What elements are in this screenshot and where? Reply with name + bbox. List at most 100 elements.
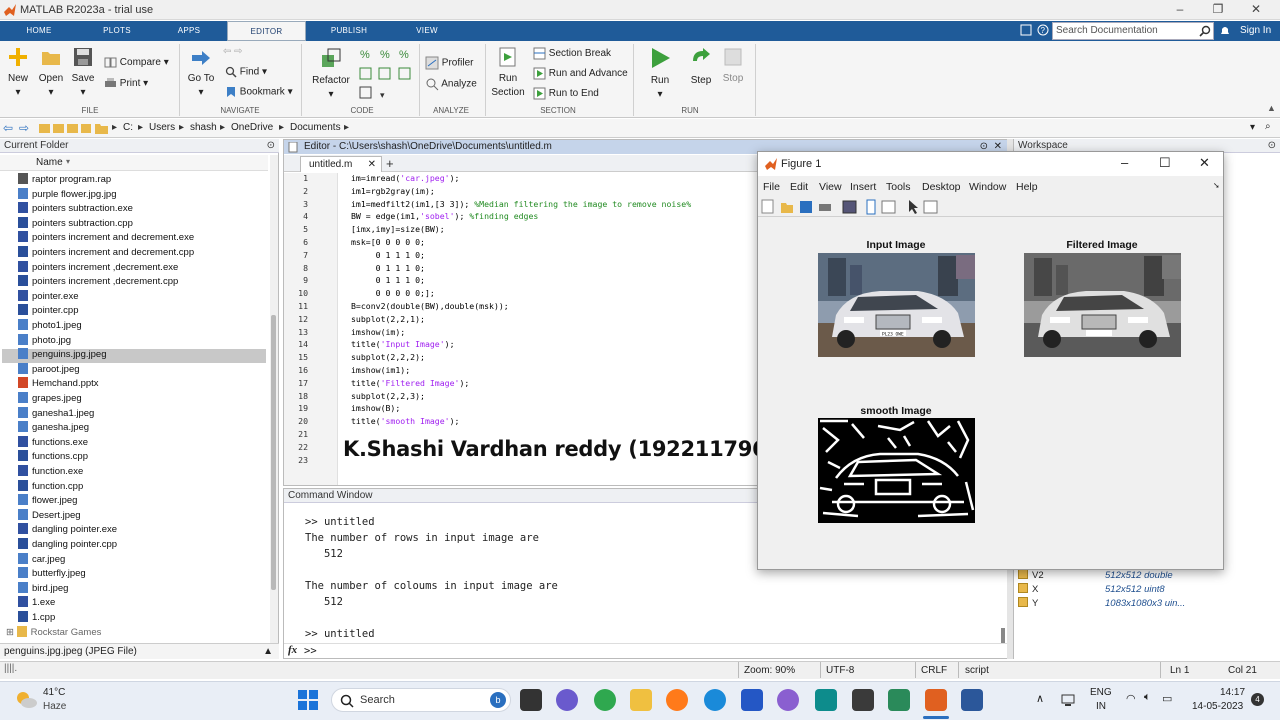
file-item[interactable]: 1.exe <box>18 596 55 611</box>
teams-chat-icon[interactable] <box>556 689 578 711</box>
windows-start-icon[interactable] <box>297 689 319 711</box>
file-item[interactable]: 1.cpp <box>18 611 55 626</box>
file-details-bar[interactable]: penguins.jpg.jpeg (JPEG File) ▲ <box>0 643 279 659</box>
code-line[interactable]: 0 1 1 1 0; <box>351 275 425 285</box>
open-button[interactable]: Open ▾ <box>37 47 65 100</box>
file-item[interactable]: photo1.jpeg <box>18 319 82 334</box>
code-line[interactable]: 0 1 1 1 0; <box>351 263 425 273</box>
scrollbar-thumb[interactable] <box>271 315 276 590</box>
expand-icon[interactable]: ⊞ <box>6 627 17 638</box>
code-line[interactable]: title('Input Image'); <box>351 339 455 349</box>
folder-tools-icons[interactable] <box>38 122 92 135</box>
find-button[interactable]: Find ▾ <box>225 66 267 78</box>
eol-status[interactable]: CRLF <box>921 665 947 676</box>
code-line[interactable]: [imx,imy]=size(BW); <box>351 224 445 234</box>
tab-apps[interactable]: APPS <box>160 21 218 41</box>
code-line[interactable]: BW = edge(im1,'sobel'); %finding edges <box>351 211 538 221</box>
figure-menu-item[interactable]: File <box>763 181 780 193</box>
section-break-button[interactable]: Section Break <box>533 47 611 60</box>
copilot-icon[interactable] <box>777 689 799 711</box>
file-item[interactable]: grapes.jpeg <box>18 392 82 407</box>
quick-access-icon[interactable] <box>1020 24 1032 36</box>
run-and-advance-button[interactable]: Run and Advance <box>533 67 628 80</box>
weather-icon[interactable] <box>14 689 38 711</box>
figure-toolbar-icons[interactable] <box>761 199 946 215</box>
chevron-up-icon[interactable]: ▲ <box>263 644 273 660</box>
workspace-variable-row[interactable]: Y <box>1018 597 1038 611</box>
figure-menu-item[interactable]: View <box>819 181 842 193</box>
file-explorer-icon[interactable] <box>630 689 652 711</box>
file-item[interactable]: car.jpeg <box>18 552 65 568</box>
file-item[interactable]: Hemchand.pptx <box>18 377 99 392</box>
path-segment[interactable]: Users <box>149 122 175 133</box>
workspace-variable-row[interactable]: V2 <box>1018 569 1044 583</box>
file-item[interactable]: bird.jpeg <box>18 581 68 597</box>
code-line[interactable]: title('Filtered Image'); <box>351 378 469 388</box>
path-segment[interactable]: OneDrive <box>231 122 273 133</box>
app-icon[interactable] <box>852 689 874 711</box>
file-item[interactable]: functions.cpp <box>18 450 88 465</box>
clock-date[interactable]: 14-05-2023 <box>1192 701 1243 712</box>
name-column-header[interactable]: Name <box>36 157 63 168</box>
forward-icon[interactable]: ⇨ <box>19 121 29 135</box>
file-item[interactable]: purple flower.jpg.jpg <box>18 187 117 203</box>
file-item[interactable]: dangling pointer.exe <box>18 523 117 538</box>
firefox-icon[interactable] <box>666 689 688 711</box>
minimize-button[interactable]: – <box>1165 2 1195 16</box>
search-folder-icon[interactable]: ⌕ <box>1265 121 1271 132</box>
chrome-icon[interactable] <box>594 689 616 711</box>
file-item[interactable]: ganesha.jpeg <box>18 421 89 436</box>
app-icon[interactable] <box>888 689 910 711</box>
bing-icon[interactable]: b <box>490 692 506 708</box>
code-line[interactable]: im=imread('car.jpeg'); <box>351 173 459 183</box>
help-icon[interactable]: ? <box>1037 24 1049 36</box>
close-button[interactable]: ✕ <box>1241 2 1271 16</box>
panel-menu-icon[interactable]: ⊙ <box>1268 139 1276 153</box>
figure-minimize-button[interactable]: – <box>1121 155 1128 170</box>
save-button[interactable]: Save ▾ <box>70 47 96 100</box>
file-item[interactable]: pointer.exe <box>18 289 78 305</box>
file-item[interactable]: pointers increment and decrement.exe <box>18 231 194 246</box>
close-tab-icon[interactable]: ✕ <box>368 157 376 172</box>
figure-menu-item[interactable]: Edit <box>790 181 808 193</box>
file-item[interactable]: raptor program.rap <box>18 173 111 188</box>
wifi-icon[interactable]: ◠ <box>1126 692 1136 705</box>
language-indicator[interactable]: ENG <box>1090 687 1112 698</box>
code-line[interactable]: imshow(im); <box>351 327 405 337</box>
file-item[interactable]: pointers subtraction.cpp <box>18 216 133 232</box>
code-line[interactable]: msk=[0 0 0 0 0; <box>351 237 425 247</box>
taskbar-search-box[interactable]: Search b <box>331 688 511 712</box>
region-indicator[interactable]: IN <box>1096 701 1106 712</box>
path-segment[interactable]: Documents <box>290 122 341 133</box>
print-button[interactable]: Print ▾ <box>104 77 148 90</box>
file-item[interactable]: dangling pointer.cpp <box>18 538 117 553</box>
notification-bell-icon[interactable] <box>1219 24 1231 38</box>
code-line[interactable]: subplot(2,2,3); <box>351 391 425 401</box>
file-item[interactable]: function.cpp <box>18 479 83 495</box>
code-line[interactable]: 0 1 1 1 0; <box>351 250 425 260</box>
stop-button[interactable]: Stop <box>717 47 749 86</box>
code-line[interactable]: 0 0 0 0 0;]; <box>351 288 435 298</box>
run-to-end-button[interactable]: Run to End <box>533 87 599 100</box>
tab-plots[interactable]: PLOTS <box>88 21 146 41</box>
tab-view[interactable]: VIEW <box>398 21 456 41</box>
figure-menu-item[interactable]: Tools <box>886 181 911 193</box>
scrollbar-thumb[interactable] <box>1001 628 1005 644</box>
word-icon[interactable] <box>961 689 983 711</box>
back-icon[interactable]: ⇦ <box>3 121 13 135</box>
code-line[interactable]: im1=medfilt2(im1,[3 3]); %Median filteri… <box>351 199 691 209</box>
search-documentation-input[interactable]: Search Documentation <box>1052 22 1214 40</box>
file-item[interactable]: pointers increment ,decrement.exe <box>18 260 178 276</box>
workspace-variable-row[interactable]: X <box>1018 583 1038 597</box>
code-line[interactable]: imshow(B); <box>351 403 400 413</box>
add-tab-icon[interactable]: + <box>386 156 394 171</box>
dock-icon[interactable]: ➘ <box>1213 181 1220 190</box>
tab-home[interactable]: HOME <box>10 21 68 41</box>
compare-button[interactable]: Compare ▾ <box>104 56 169 69</box>
network-icon[interactable] <box>1060 692 1076 708</box>
analyze-button[interactable]: Analyze <box>425 77 477 91</box>
fx-icon[interactable]: fx <box>288 644 297 656</box>
code-line[interactable]: subplot(2,2,2); <box>351 352 425 362</box>
file-item[interactable]: butterfly.jpeg <box>18 567 86 582</box>
new-button[interactable]: New ▾ <box>5 47 31 100</box>
